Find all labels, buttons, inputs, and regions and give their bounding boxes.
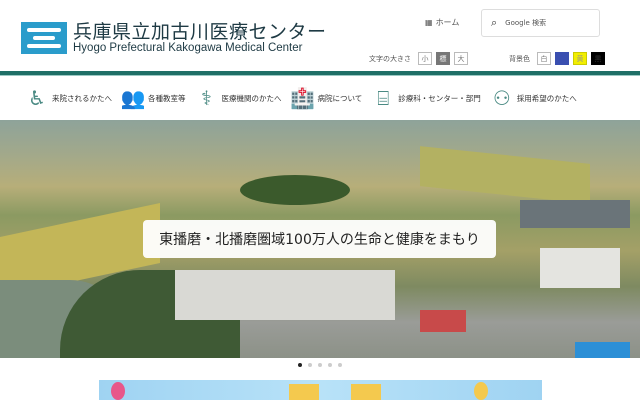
nav-medical-institutions[interactable]: ⚕ 医療機関のかたへ [192,84,282,112]
nav-label: 来院されるかたへ [52,93,112,103]
flag-icon [289,384,319,400]
header-divider-light [0,75,640,76]
people-icon: 👥 [120,86,146,110]
nav-about[interactable]: 🏥 病院について [288,84,363,112]
nav-departments[interactable]: ⌸ 診療科・センター・部門 [368,84,481,112]
search-icon: ⌕ [491,16,498,29]
slide-dot-1[interactable] [298,363,302,367]
nav-classes[interactable]: 👥 各種教室等 [118,84,186,112]
nav-recruit[interactable]: ⚇ 採用希望のかたへ [487,84,577,112]
bg-color-label: 背景色 [509,54,530,63]
site-subtitle: Hyogo Prefectural Kakogawa Medical Cente… [73,42,303,54]
search-input[interactable]: ⌕ Google 検索 [481,9,600,37]
helipad [420,310,466,332]
nav-label: 病院について [317,93,363,103]
home-icon: ▦ [425,18,433,27]
aerial-pool [575,342,630,358]
aerial-field [420,146,590,204]
hospital-icon: 🏥 [290,86,315,110]
nav-label: 診療科・センター・部門 [398,93,481,103]
nav-label: 医療機関のかたへ [221,93,282,103]
search-placeholder: Google 検索 [505,19,547,27]
nav-outpatient[interactable]: ♿ 来院されるかたへ [22,84,112,112]
aerial-building [520,200,630,228]
balloon-icon [474,382,488,400]
font-size-small[interactable]: 小 [418,52,432,65]
bg-blue[interactable]: 青 [555,52,569,65]
hero-slideshow[interactable]: 東播磨・北播磨圏域100万人の生命と健康をまもり [0,120,640,358]
event-banner[interactable] [99,380,542,400]
site-logo[interactable]: 兵庫県立加古川医療センター Hyogo Prefectural Kakogawa… [21,22,327,54]
aerial-building [540,248,620,288]
slide-dot-2[interactable] [308,363,312,367]
logo-mark-icon [21,22,67,54]
bg-white[interactable]: 白 [537,52,551,65]
reception-icon: ⌸ [377,86,390,110]
slide-dot-3[interactable] [318,363,322,367]
aerial-trees [240,175,350,205]
font-size-label: 文字の大きさ [369,54,411,63]
wheelchair-icon: ♿ [28,86,46,110]
nav-label: 採用希望のかたへ [516,93,577,103]
bg-black[interactable]: 黒 [591,52,605,65]
home-link[interactable]: ▦ ホーム [425,17,459,28]
main-nav: ♿ 来院されるかたへ 👥 各種教室等 ⚕ 医療機関のかたへ 🏥 病院について ⌸ 診療科・… [22,82,583,114]
home-label: ホーム [435,18,460,27]
site-title: 兵庫県立加古川医療センター [73,21,327,43]
staff-icon: ⚇ [492,86,511,110]
bg-color-controls: 背景色 白 青 黄 黒 [509,52,605,65]
slide-dot-5[interactable] [338,363,342,367]
flag-icon [351,384,381,400]
nav-label: 各種教室等 [148,93,186,103]
slide-indicators [298,363,342,367]
font-size-large[interactable]: 大 [454,52,468,65]
font-size-controls: 文字の大きさ 小 標 大 [369,52,468,65]
font-size-standard[interactable]: 標 [436,52,450,65]
hospital-building [175,270,395,320]
doctors-icon: ⚕ [201,86,212,110]
hero-caption: 東播磨・北播磨圏域100万人の生命と健康をまもり [143,220,496,258]
bg-yellow[interactable]: 黄 [573,52,587,65]
balloon-icon [111,382,125,400]
slide-dot-4[interactable] [328,363,332,367]
